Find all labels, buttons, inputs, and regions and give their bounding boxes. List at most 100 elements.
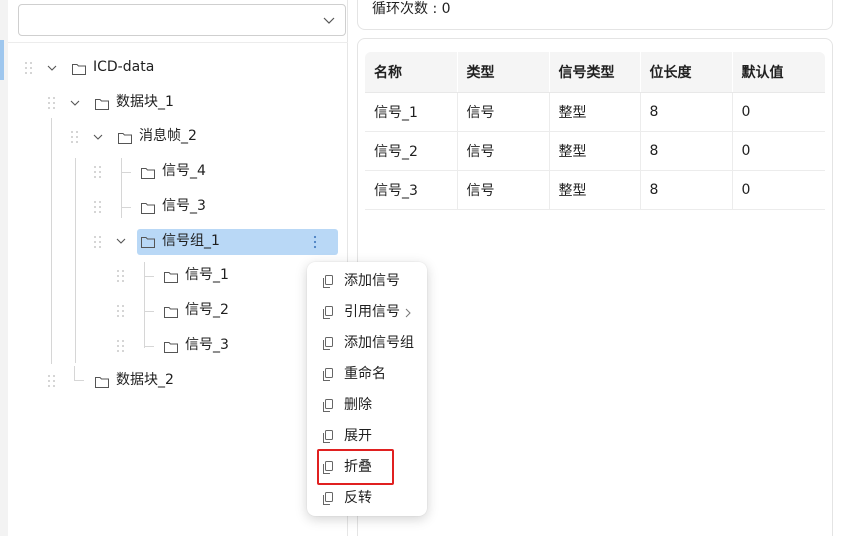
folder-icon [141, 168, 155, 179]
table-row[interactable]: 信号_2 信号 整型 8 0 [365, 131, 825, 171]
table-cell: 信号 [457, 170, 550, 210]
menu-item-label: 引用信号 [344, 304, 400, 320]
tree-guide-line [51, 118, 52, 364]
copy-icon [323, 337, 333, 350]
drag-handle-icon[interactable] [116, 339, 126, 353]
annotation-highlight-box [317, 449, 394, 485]
drag-handle-icon[interactable] [47, 96, 57, 110]
menu-item-label: 展开 [344, 428, 372, 444]
tree-node-label: 信号组_1 [162, 233, 220, 249]
menu-item-delete[interactable]: 删除 [307, 390, 427, 421]
tree-guide-line [75, 158, 76, 363]
menu-item-add-signal-group[interactable]: 添加信号组 [307, 328, 427, 359]
tree-panel [8, 0, 348, 536]
menu-item-label: 删除 [344, 397, 372, 413]
table-cell: 8 [640, 131, 733, 171]
table-cell: 整型 [549, 92, 641, 132]
tree-node-label: 数据块_1 [116, 94, 174, 110]
chevron-down-icon[interactable] [114, 234, 128, 248]
tree-node-label: 信号_4 [162, 163, 206, 179]
copy-icon [323, 399, 333, 412]
tree-node-label: 消息帧_2 [139, 128, 197, 144]
column-header-name[interactable]: 名称 [365, 52, 458, 93]
signal-table: 名称 类型 信号类型 位长度 默认值 信号_1 信号 整型 8 0 信号_2 信… [365, 52, 825, 210]
tree-guide-line [121, 172, 131, 173]
folder-icon [72, 64, 86, 75]
folder-icon [141, 237, 155, 248]
tree-guide-line [144, 262, 145, 348]
loop-count-label: 循环次数 : 0 [372, 1, 451, 17]
tree-guide-line [74, 366, 75, 380]
chevron-down-icon[interactable] [45, 61, 59, 75]
column-header-signal-type[interactable]: 信号类型 [549, 52, 641, 93]
more-vertical-icon[interactable] [308, 232, 322, 252]
table-row[interactable]: 信号_1 信号 整型 8 0 [365, 92, 825, 132]
column-header-default-value[interactable]: 默认值 [732, 52, 825, 93]
chevron-right-icon [405, 308, 411, 318]
tree-guide-line [144, 311, 154, 312]
folder-icon [95, 377, 109, 388]
copy-icon [323, 368, 333, 381]
left-accent-indicator [0, 40, 4, 80]
table-header-row: 名称 类型 信号类型 位长度 默认值 [365, 52, 825, 93]
menu-item-label: 添加信号 [344, 273, 400, 289]
drag-handle-icon[interactable] [93, 235, 103, 249]
tree-guide-line [144, 276, 154, 277]
drag-handle-icon[interactable] [116, 304, 126, 318]
table-cell: 8 [640, 170, 733, 210]
menu-item-expand[interactable]: 展开 [307, 421, 427, 452]
drag-handle-icon[interactable] [70, 130, 80, 144]
table-cell: 信号_1 [365, 92, 458, 132]
tree-guide-line [74, 380, 84, 381]
folder-icon [164, 307, 178, 318]
table-cell: 信号 [457, 131, 550, 171]
drag-handle-icon[interactable] [24, 61, 34, 75]
tree-node-label: 信号_3 [162, 198, 206, 214]
menu-item-label: 反转 [344, 490, 372, 506]
drag-handle-icon[interactable] [93, 165, 103, 179]
column-header-type[interactable]: 类型 [457, 52, 550, 93]
copy-icon [323, 492, 333, 505]
menu-item-add-signal[interactable]: 添加信号 [307, 266, 427, 297]
table-row[interactable]: 信号_3 信号 整型 8 0 [365, 170, 825, 210]
menu-item-reference-signal[interactable]: 引用信号 [307, 297, 427, 328]
chevron-down-icon[interactable] [91, 130, 105, 144]
folder-icon [118, 133, 132, 144]
tree-source-select[interactable] [18, 4, 346, 36]
tree-guide-line [144, 346, 154, 347]
copy-icon [323, 430, 333, 443]
menu-item-label: 重命名 [344, 366, 386, 382]
menu-item-invert[interactable]: 反转 [307, 483, 427, 514]
chevron-down-icon[interactable] [68, 96, 82, 110]
table-cell: 整型 [549, 131, 641, 171]
menu-item-rename[interactable]: 重命名 [307, 359, 427, 390]
table-cell: 整型 [549, 170, 641, 210]
folder-icon [164, 342, 178, 353]
tree-guide-line [121, 158, 122, 218]
folder-icon [164, 272, 178, 283]
tree-node-label: 信号_1 [185, 267, 229, 283]
tree-node-label: 信号_2 [185, 302, 229, 318]
table-cell: 信号 [457, 92, 550, 132]
table-cell: 0 [732, 92, 825, 132]
table-cell: 信号_3 [365, 170, 458, 210]
table-cell: 0 [732, 170, 825, 210]
folder-icon [95, 99, 109, 110]
copy-icon [323, 306, 333, 319]
table-cell: 0 [732, 131, 825, 171]
tree-node-label: ICD-data [93, 59, 155, 75]
tree-node-label: 数据块_2 [116, 372, 174, 388]
left-edge-strip [0, 0, 8, 536]
panel-divider [8, 42, 348, 43]
tree-node-label: 信号_3 [185, 337, 229, 353]
tree-guide-line [121, 207, 131, 208]
column-header-bit-length[interactable]: 位长度 [640, 52, 733, 93]
folder-icon [141, 203, 155, 214]
drag-handle-icon[interactable] [93, 200, 103, 214]
copy-icon [323, 275, 333, 288]
drag-handle-icon[interactable] [116, 269, 126, 283]
drag-handle-icon[interactable] [47, 374, 57, 388]
table-cell: 信号_2 [365, 131, 458, 171]
table-cell: 8 [640, 92, 733, 132]
chevron-down-icon [323, 17, 335, 24]
